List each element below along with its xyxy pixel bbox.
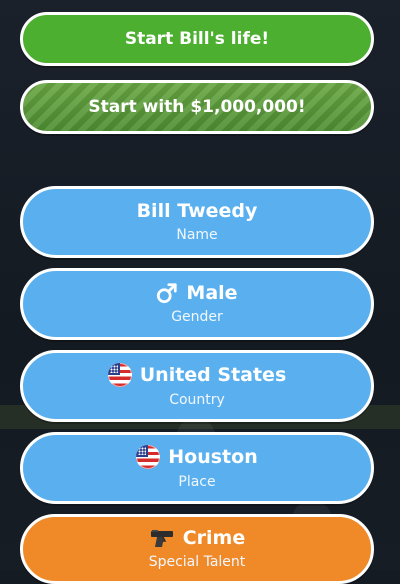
start-life-label: Start Bill's life! (124, 29, 270, 49)
name-caption: Name (176, 227, 218, 243)
special-talent-button[interactable]: Crime Special Talent (20, 514, 374, 584)
place-caption: Place (178, 474, 216, 490)
country-button[interactable]: United States Country (20, 350, 374, 422)
us-flag-icon (107, 363, 132, 387)
place-button[interactable]: Houston Place (20, 432, 374, 504)
country-value: United States (139, 364, 287, 386)
start-with-million-label: Start with $1,000,000! (88, 97, 306, 117)
talent-value: Crime (182, 527, 246, 549)
pistol-icon (150, 530, 173, 547)
place-value: Houston (168, 446, 258, 468)
us-flag-icon (136, 445, 161, 469)
talent-caption: Special Talent (148, 554, 246, 570)
name-value: Bill Tweedy (136, 200, 258, 222)
country-caption: Country (169, 392, 225, 408)
gender-caption: Gender (171, 309, 223, 325)
start-life-button[interactable]: Start Bill's life! (20, 12, 374, 66)
gender-button[interactable]: Male Gender (20, 268, 374, 340)
male-icon (157, 283, 178, 304)
gender-value: Male (186, 282, 238, 304)
name-button[interactable]: Bill Tweedy Name (20, 186, 374, 258)
start-with-million-button[interactable]: Start with $1,000,000! (20, 80, 374, 134)
